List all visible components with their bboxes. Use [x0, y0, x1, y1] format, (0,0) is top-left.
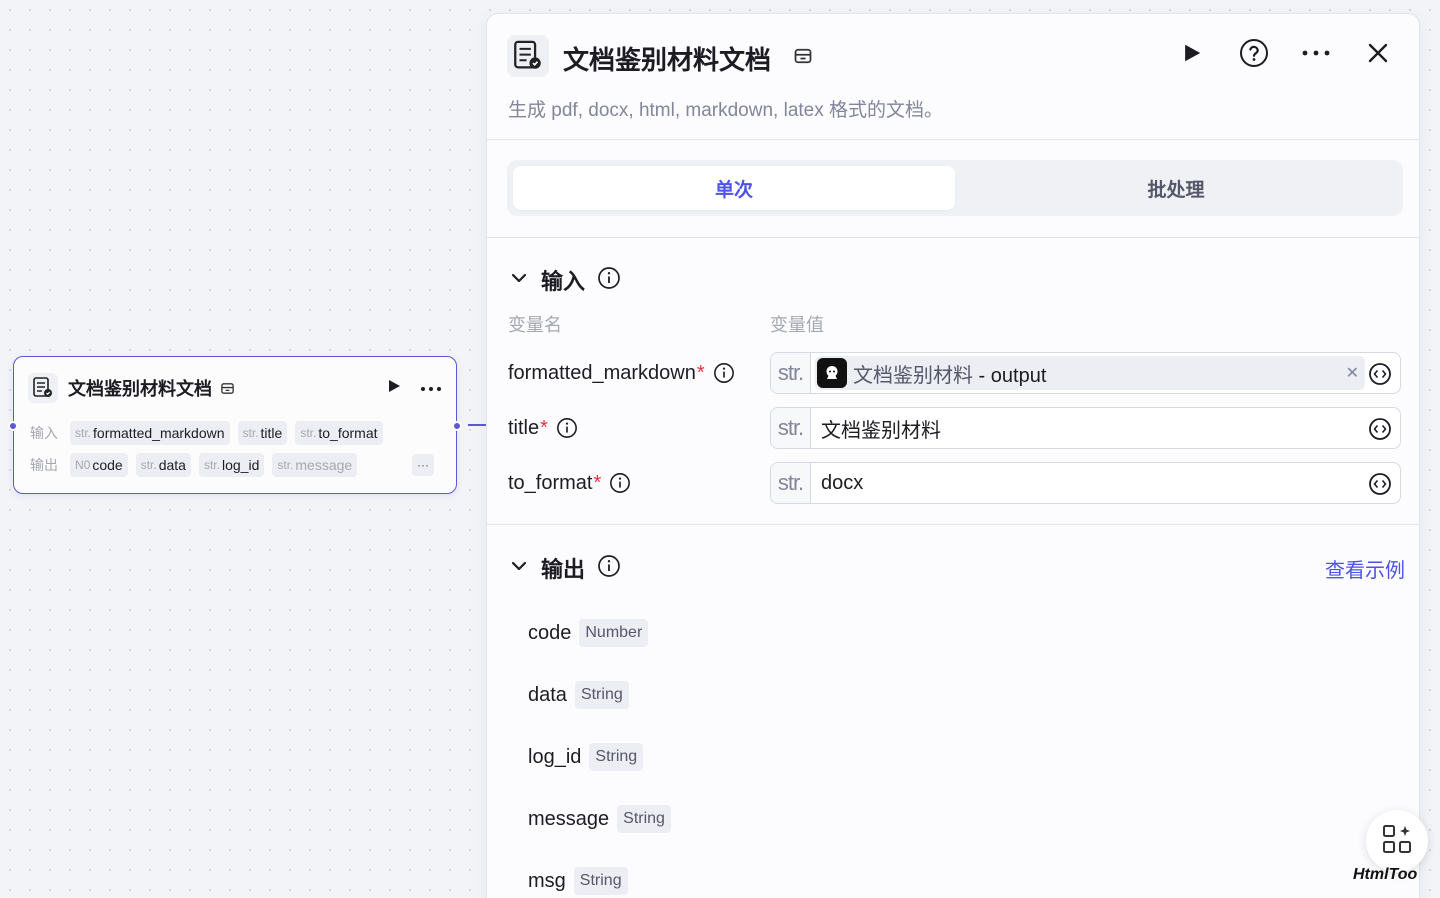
info-icon[interactable]	[597, 554, 621, 583]
document-plugin-icon	[507, 35, 549, 77]
node-run-icon[interactable]	[386, 378, 402, 399]
node-header: 文档鉴别材料文档	[28, 373, 442, 403]
variable-picker-icon[interactable]	[1368, 472, 1392, 496]
type-tag: str.	[771, 353, 811, 393]
node-output-chip: str. data	[135, 453, 191, 477]
output-field-row: code Number	[528, 619, 649, 647]
output-field-row: data String	[528, 681, 629, 709]
param-value-text[interactable]: 文档鉴别材料	[821, 414, 941, 443]
output-field-type: String	[574, 681, 629, 709]
view-example-link[interactable]: 查看示例	[1325, 554, 1405, 583]
panel-title: 文档鉴别材料文档	[563, 45, 772, 75]
node-outputs-more-label: ···	[417, 458, 429, 472]
apps-grid-icon	[1381, 823, 1413, 860]
variable-reference-chip[interactable]: 文档鉴别材料 - output ✕	[815, 356, 1365, 390]
node-outputs-more-button[interactable]: ···	[412, 454, 434, 476]
node-output-chip: N0 code	[70, 453, 128, 477]
variable-picker-icon[interactable]	[1368, 417, 1392, 441]
node-config-panel: 文档鉴别材料文档 生成 pdf, docx, html, markdown, l…	[486, 13, 1420, 898]
param-row-title: title * str. 文档鉴别材料	[508, 407, 1401, 449]
output-field-type: String	[617, 805, 671, 833]
output-field-row: message String	[528, 805, 671, 833]
required-mark: *	[540, 416, 548, 439]
node-output-label: 输出	[30, 457, 58, 473]
output-section-title: 输出	[541, 557, 586, 582]
node-input-label: 输入	[30, 425, 58, 441]
param-value-field[interactable]: str. 文档鉴别材料	[770, 407, 1401, 449]
close-icon[interactable]	[1363, 38, 1393, 68]
chevron-down-icon[interactable]	[509, 268, 529, 293]
panel-header: 文档鉴别材料文档 生成 pdf, docx, html, markdown, l…	[487, 14, 1419, 140]
node-input-chip: str. to_format	[295, 421, 383, 445]
output-section-header[interactable]: 输出	[509, 552, 621, 584]
node-output-port[interactable]	[452, 421, 462, 431]
document-plugin-icon	[28, 373, 58, 403]
param-row-formatted-markdown: formatted_markdown * str. 文档鉴别材料 - output…	[508, 352, 1401, 394]
output-field-name: log_id	[528, 745, 582, 768]
param-value-field[interactable]: str. docx	[770, 462, 1401, 504]
output-field-name: code	[528, 621, 572, 644]
info-icon[interactable]	[597, 266, 621, 295]
node-more-icon[interactable]	[420, 379, 442, 397]
panel-description: 生成 pdf, docx, html, markdown, latex 格式的文…	[508, 100, 944, 121]
input-section-title: 输入	[541, 269, 586, 294]
output-field-type: String	[573, 867, 628, 895]
output-field-type: Number	[579, 619, 649, 647]
node-input-chip: str. title	[237, 421, 288, 445]
tab-batch[interactable]: 批处理	[955, 166, 1397, 210]
node-outputs-row: 输出 N0 code str. data str. log_id str. messag…	[30, 453, 358, 477]
workflow-node-card[interactable]: 文档鉴别材料文档 输入 str. formatted_markdown str. t…	[8, 356, 462, 494]
node-input-chip: str. formatted_markdown	[70, 421, 230, 445]
info-icon[interactable]	[713, 362, 735, 384]
column-header-value: 变量值	[770, 315, 824, 335]
output-field-name: msg	[528, 869, 566, 892]
help-icon[interactable]	[1239, 38, 1269, 68]
required-mark: *	[696, 361, 705, 384]
watermark: HtmlToo	[1353, 866, 1418, 883]
store-icon	[220, 381, 235, 396]
output-field-name: message	[528, 807, 610, 830]
required-mark: *	[593, 471, 602, 494]
param-row-to-format: to_format * str. docx	[508, 462, 1401, 504]
reference-label: 文档鉴别材料 - output	[853, 364, 1047, 387]
store-icon	[793, 46, 813, 71]
run-icon[interactable]	[1177, 38, 1207, 68]
bot-avatar-icon	[817, 358, 847, 388]
node-input-port[interactable]	[8, 421, 18, 431]
type-tag: str.	[771, 408, 811, 448]
chevron-down-icon[interactable]	[509, 556, 529, 581]
output-field-row: msg String	[528, 867, 628, 895]
more-icon[interactable]	[1301, 38, 1331, 68]
output-field-name: data	[528, 683, 567, 706]
param-name: to_format	[508, 471, 593, 494]
info-icon[interactable]	[609, 472, 631, 494]
variable-picker-icon[interactable]	[1368, 362, 1392, 386]
node-title: 文档鉴别材料文档	[68, 379, 212, 399]
node-output-chip: str. log_id	[198, 453, 265, 477]
mode-tabs: 单次 批处理	[507, 160, 1403, 216]
node-inputs-row: 输入 str. formatted_markdown str. title str.…	[30, 421, 383, 445]
type-tag: str.	[771, 463, 811, 503]
param-name: formatted_markdown	[508, 361, 696, 384]
param-value-field[interactable]: str. 文档鉴别材料 - output ✕	[770, 352, 1401, 394]
divider	[487, 524, 1419, 525]
column-header-name: 变量名	[508, 315, 562, 335]
node-output-chip: str. message	[272, 453, 358, 477]
remove-reference-icon[interactable]: ✕	[1346, 363, 1359, 383]
output-field-row: log_id String	[528, 743, 644, 771]
node-connector-line	[468, 424, 486, 426]
apps-grid-button[interactable]	[1366, 810, 1428, 872]
input-section-header[interactable]: 输入	[509, 264, 621, 296]
info-icon[interactable]	[556, 417, 578, 439]
param-name: title	[508, 416, 540, 439]
tab-single[interactable]: 单次	[513, 166, 955, 210]
divider	[487, 237, 1419, 238]
output-field-type: String	[589, 743, 644, 771]
param-value-text[interactable]: docx	[821, 472, 863, 495]
